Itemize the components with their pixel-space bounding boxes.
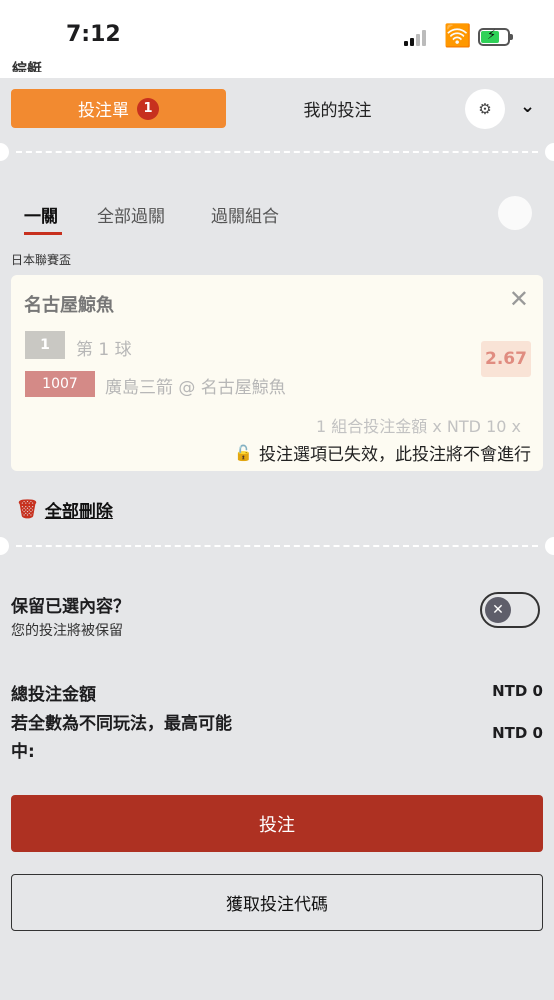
battery-icon: ⚡ xyxy=(478,28,513,46)
tab-betslip[interactable]: 投注單 1 xyxy=(11,89,226,128)
odds-value: 2.67 xyxy=(481,341,531,377)
place-bet-button[interactable]: 投注 xyxy=(11,795,543,852)
invalid-warning-text: 投注選項已失效，此投注將不會進行 xyxy=(259,445,531,465)
tab-all-parlay[interactable]: 全部過關 xyxy=(97,202,165,227)
cellular-signal-icon xyxy=(404,30,428,46)
status-time: 7:12 xyxy=(66,22,121,47)
tab-betslip-label: 投注單 xyxy=(78,101,129,121)
betslip-count-badge: 1 xyxy=(137,97,159,120)
gear-icon[interactable]: ⚙ xyxy=(465,89,505,129)
selection-text: 第 1 球 xyxy=(76,340,132,360)
retain-title: 保留已選內容？ xyxy=(11,597,130,617)
chevron-down-icon[interactable]: ⌄ xyxy=(520,96,535,117)
trash-icon: 🗑 xyxy=(16,499,39,520)
invalid-warning: 🔓 投注選項已失效，此投注將不會進行 xyxy=(234,440,531,466)
selection-chip: 1 xyxy=(25,331,65,359)
get-bet-code-button[interactable]: 獲取投注代碼 xyxy=(11,874,543,931)
wifi-icon: 🛜 xyxy=(444,24,472,49)
background-page-title: 綜艇 xyxy=(12,60,43,72)
delete-all-label: 全部刪除 xyxy=(44,502,113,522)
active-tab-indicator xyxy=(24,232,62,235)
retain-subtitle: 您的投注將被保留 xyxy=(11,623,123,639)
total-stake-value: NTD 0 xyxy=(492,682,543,700)
ticket-divider xyxy=(0,143,554,161)
tab-parlay-combo[interactable]: 過關組合 xyxy=(211,202,279,227)
delete-all-button[interactable]: 🗑 全部刪除 xyxy=(16,497,113,522)
max-win-label-line1: 若全數為不同玩法，最高可能 xyxy=(11,714,232,734)
max-win-value: NTD 0 xyxy=(492,724,543,742)
bet-card: 名古屋鯨魚 ✕ 1 第 1 球 2.67 1007 廣島三箭 @ 名古屋鯨魚 1… xyxy=(11,275,543,471)
tab-single[interactable]: 一關 xyxy=(24,202,58,227)
lock-icon: 🔓 xyxy=(234,443,253,462)
status-bar: 7:12 綜艇 🛜 ⚡ xyxy=(0,0,554,78)
match-id-chip: 1007 xyxy=(25,371,95,397)
combo-stake-text: 1 組合投注金額 x NTD 10 x xyxy=(316,417,521,436)
ticket-divider xyxy=(0,537,554,555)
max-win-label-line2: 中: xyxy=(11,742,35,762)
retain-toggle[interactable]: ✕ xyxy=(480,592,540,628)
close-icon[interactable]: ✕ xyxy=(509,285,529,313)
tab-my-bets[interactable]: 我的投注 xyxy=(260,96,415,121)
team-name: 名古屋鯨魚 xyxy=(24,295,114,316)
match-text: 廣島三箭 @ 名古屋鯨魚 xyxy=(105,378,286,398)
close-icon: ✕ xyxy=(485,597,511,623)
league-name: 日本聯賽盃 xyxy=(11,253,72,267)
circle-toggle-button[interactable] xyxy=(498,196,532,230)
total-stake-label: 總投注金額 xyxy=(11,685,96,705)
